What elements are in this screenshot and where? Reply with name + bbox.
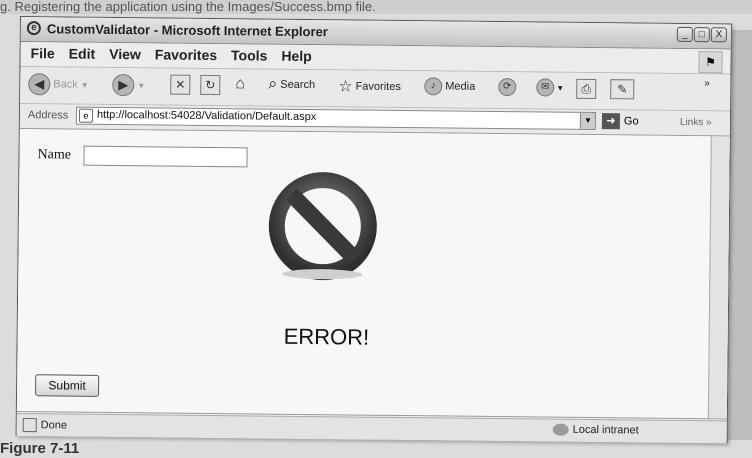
- window-title: CustomValidator - Microsoft Internet Exp…: [46, 21, 328, 40]
- home-button[interactable]: ⌂: [230, 75, 250, 95]
- links-label: Links: [679, 116, 704, 129]
- address-label: Address: [27, 109, 69, 122]
- media-button[interactable]: ♪ Media: [424, 77, 475, 96]
- address-input[interactable]: e http://localhost:54028/Validation/Defa…: [75, 106, 597, 131]
- prohibited-icon: [268, 172, 377, 281]
- back-arrow-icon: ◀: [28, 73, 51, 96]
- toolbar-overflow-icon[interactable]: »: [704, 78, 710, 89]
- refresh-icon: ↻: [200, 74, 221, 96]
- forward-arrow-icon: ▶: [112, 73, 135, 97]
- page-content: Name ERROR! Submit: [16, 129, 730, 420]
- book-header-text: g. Registering the application using the…: [0, 0, 752, 14]
- media-label: Media: [445, 80, 476, 93]
- ie-logo-icon: e: [26, 21, 41, 36]
- history-icon: ⟳: [498, 78, 517, 97]
- menu-tools[interactable]: Tools: [231, 47, 267, 63]
- favorites-label: Favorites: [355, 80, 401, 93]
- mail-button[interactable]: ✉ ▼: [536, 78, 565, 97]
- star-icon: ☆: [338, 78, 353, 96]
- print-button[interactable]: ⎙: [576, 78, 597, 100]
- minimize-button[interactable]: _: [676, 26, 693, 43]
- search-label: Search: [280, 78, 316, 92]
- forward-button[interactable]: ▶ ▼: [112, 73, 146, 97]
- stop-icon: ✕: [170, 74, 191, 95]
- page-done-icon: [22, 418, 37, 433]
- menu-view[interactable]: View: [109, 46, 141, 62]
- menu-help[interactable]: Help: [281, 48, 312, 64]
- chevron-down-icon: ▼: [80, 80, 89, 90]
- window-controls: _ □ X: [676, 26, 727, 43]
- media-icon: ♪: [424, 77, 443, 96]
- windows-flag-icon: ⚑: [698, 51, 723, 74]
- print-icon: ⎙: [576, 78, 597, 100]
- refresh-button[interactable]: ↻: [200, 74, 221, 96]
- menu-file[interactable]: File: [31, 45, 55, 61]
- links-button[interactable]: Links »: [680, 117, 712, 128]
- mail-icon: ✉: [536, 78, 555, 97]
- address-url: http://localhost:54028/Validation/Defaul…: [96, 108, 317, 124]
- go-label: Go: [623, 115, 639, 128]
- go-arrow-icon: ➜: [601, 113, 621, 130]
- browser-window: e CustomValidator - Microsoft Internet E…: [15, 16, 732, 444]
- address-dropdown-icon[interactable]: ▼: [579, 112, 596, 130]
- close-button[interactable]: X: [710, 27, 727, 43]
- search-icon: ⌕: [268, 75, 278, 93]
- home-icon: ⌂: [235, 75, 246, 93]
- status-text: Done: [40, 419, 68, 432]
- vertical-scrollbar[interactable]: [707, 136, 730, 419]
- edit-page-icon: ✎: [610, 79, 635, 100]
- maximize-button[interactable]: □: [693, 27, 710, 43]
- intranet-icon: [552, 423, 569, 436]
- menu-favorites[interactable]: Favorites: [155, 46, 217, 63]
- page-icon: e: [78, 108, 94, 123]
- zone-label: Local intranet: [572, 423, 639, 437]
- back-label: Back: [53, 78, 78, 91]
- submit-button[interactable]: Submit: [35, 374, 100, 397]
- search-button[interactable]: ⌕ Search: [268, 76, 315, 94]
- error-message: ERROR!: [283, 323, 370, 350]
- edit-button[interactable]: ✎: [610, 79, 635, 100]
- menu-edit[interactable]: Edit: [69, 46, 96, 62]
- name-input[interactable]: [83, 145, 248, 168]
- favorites-button[interactable]: ☆ Favorites: [338, 76, 401, 97]
- name-label: Name: [37, 147, 72, 163]
- chevron-down-icon: ▼: [137, 80, 146, 90]
- chevron-down-icon: ▼: [556, 83, 565, 93]
- history-button[interactable]: ⟳: [498, 78, 517, 97]
- back-button[interactable]: ◀ Back ▼: [28, 73, 89, 96]
- go-button[interactable]: ➜ Go: [601, 113, 639, 130]
- security-zone: Local intranet: [552, 423, 639, 437]
- figure-caption: Figure 7-11: [0, 440, 80, 457]
- stop-button[interactable]: ✕: [170, 74, 191, 95]
